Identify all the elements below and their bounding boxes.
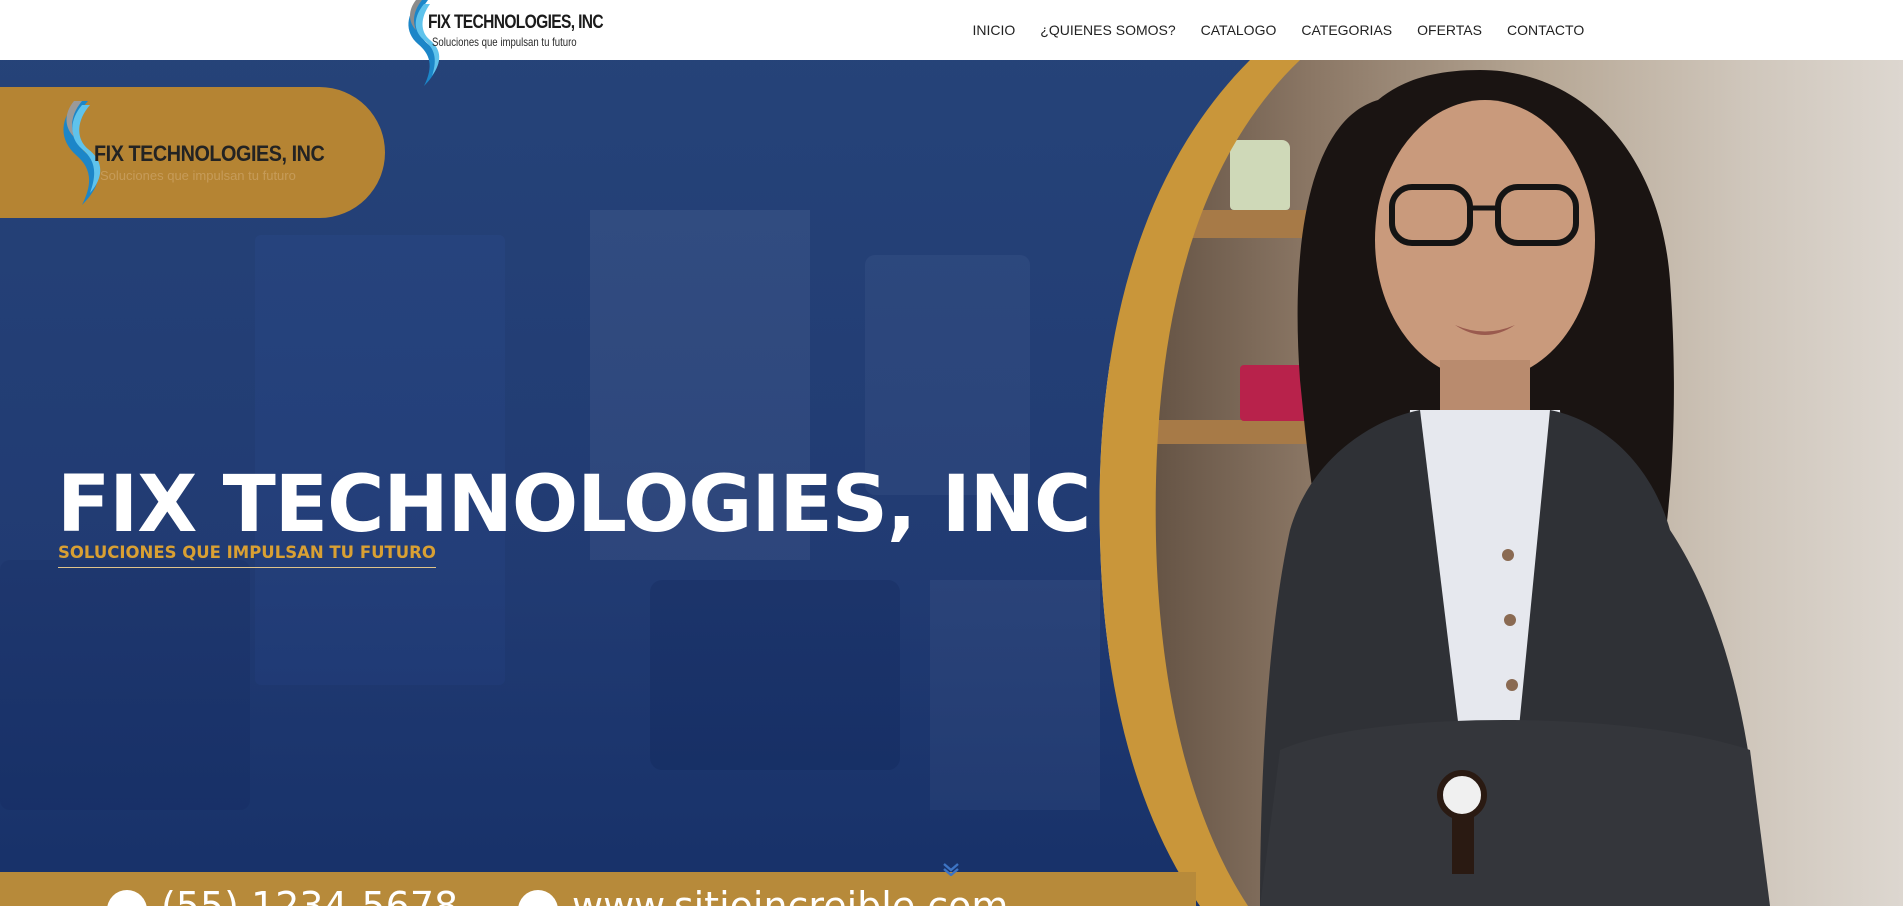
contact-phone-text: (55) 1234-5678 xyxy=(161,884,459,906)
nav-item-contacto[interactable]: CONTACTO xyxy=(1494,20,1596,40)
hero-badge-wordmark: FIX TECHNOLOGIES, INC xyxy=(94,141,325,166)
nav-item-inicio[interactable]: INICIO xyxy=(960,20,1028,40)
logo-tagline: Soluciones que impulsan tu futuro xyxy=(432,35,577,49)
contact-bar: (55) 1234-5678 www.sitioincreible.com xyxy=(0,872,1196,906)
hero-title: FIX TECHNOLOGIES, INC xyxy=(57,460,1091,550)
main-nav: INICIO ¿QUIENES SOMOS? CATALOGO CATEGORI… xyxy=(960,20,1597,40)
nav-item-quienes-somos[interactable]: ¿QUIENES SOMOS? xyxy=(1028,20,1188,40)
nav-item-catalogo[interactable]: CATALOGO xyxy=(1188,20,1289,40)
logo-wordmark: FIX TECHNOLOGIES, INC xyxy=(428,12,604,33)
header-logo[interactable]: FIX TECHNOLOGIES, INC Soluciones que imp… xyxy=(398,0,604,88)
phone-icon xyxy=(107,890,147,906)
nav-item-categorias[interactable]: CATEGORIAS xyxy=(1289,20,1405,40)
hero-badge-logo: FIX TECHNOLOGIES, INC Soluciones que imp… xyxy=(50,99,350,209)
chevron-down-icon[interactable] xyxy=(942,862,960,876)
hero-logo-badge: FIX TECHNOLOGIES, INC Soluciones que imp… xyxy=(0,87,385,218)
contact-website-text: www.sitioincreible.com xyxy=(572,884,1009,906)
globe-icon xyxy=(518,890,558,906)
hero-badge-tagline: Soluciones que impulsan tu futuro xyxy=(100,168,296,183)
hero-section: FIX TECHNOLOGIES, INC Soluciones que imp… xyxy=(0,60,1903,906)
contact-website[interactable]: www.sitioincreible.com xyxy=(518,886,1008,906)
nav-item-ofertas[interactable]: OFERTAS xyxy=(1405,20,1495,40)
contact-phone[interactable]: (55) 1234-5678 xyxy=(107,886,458,906)
site-header: FIX TECHNOLOGIES, INC Soluciones que imp… xyxy=(0,0,1903,86)
hero-subtitle: SOLUCIONES QUE IMPULSAN TU FUTURO xyxy=(58,543,436,568)
